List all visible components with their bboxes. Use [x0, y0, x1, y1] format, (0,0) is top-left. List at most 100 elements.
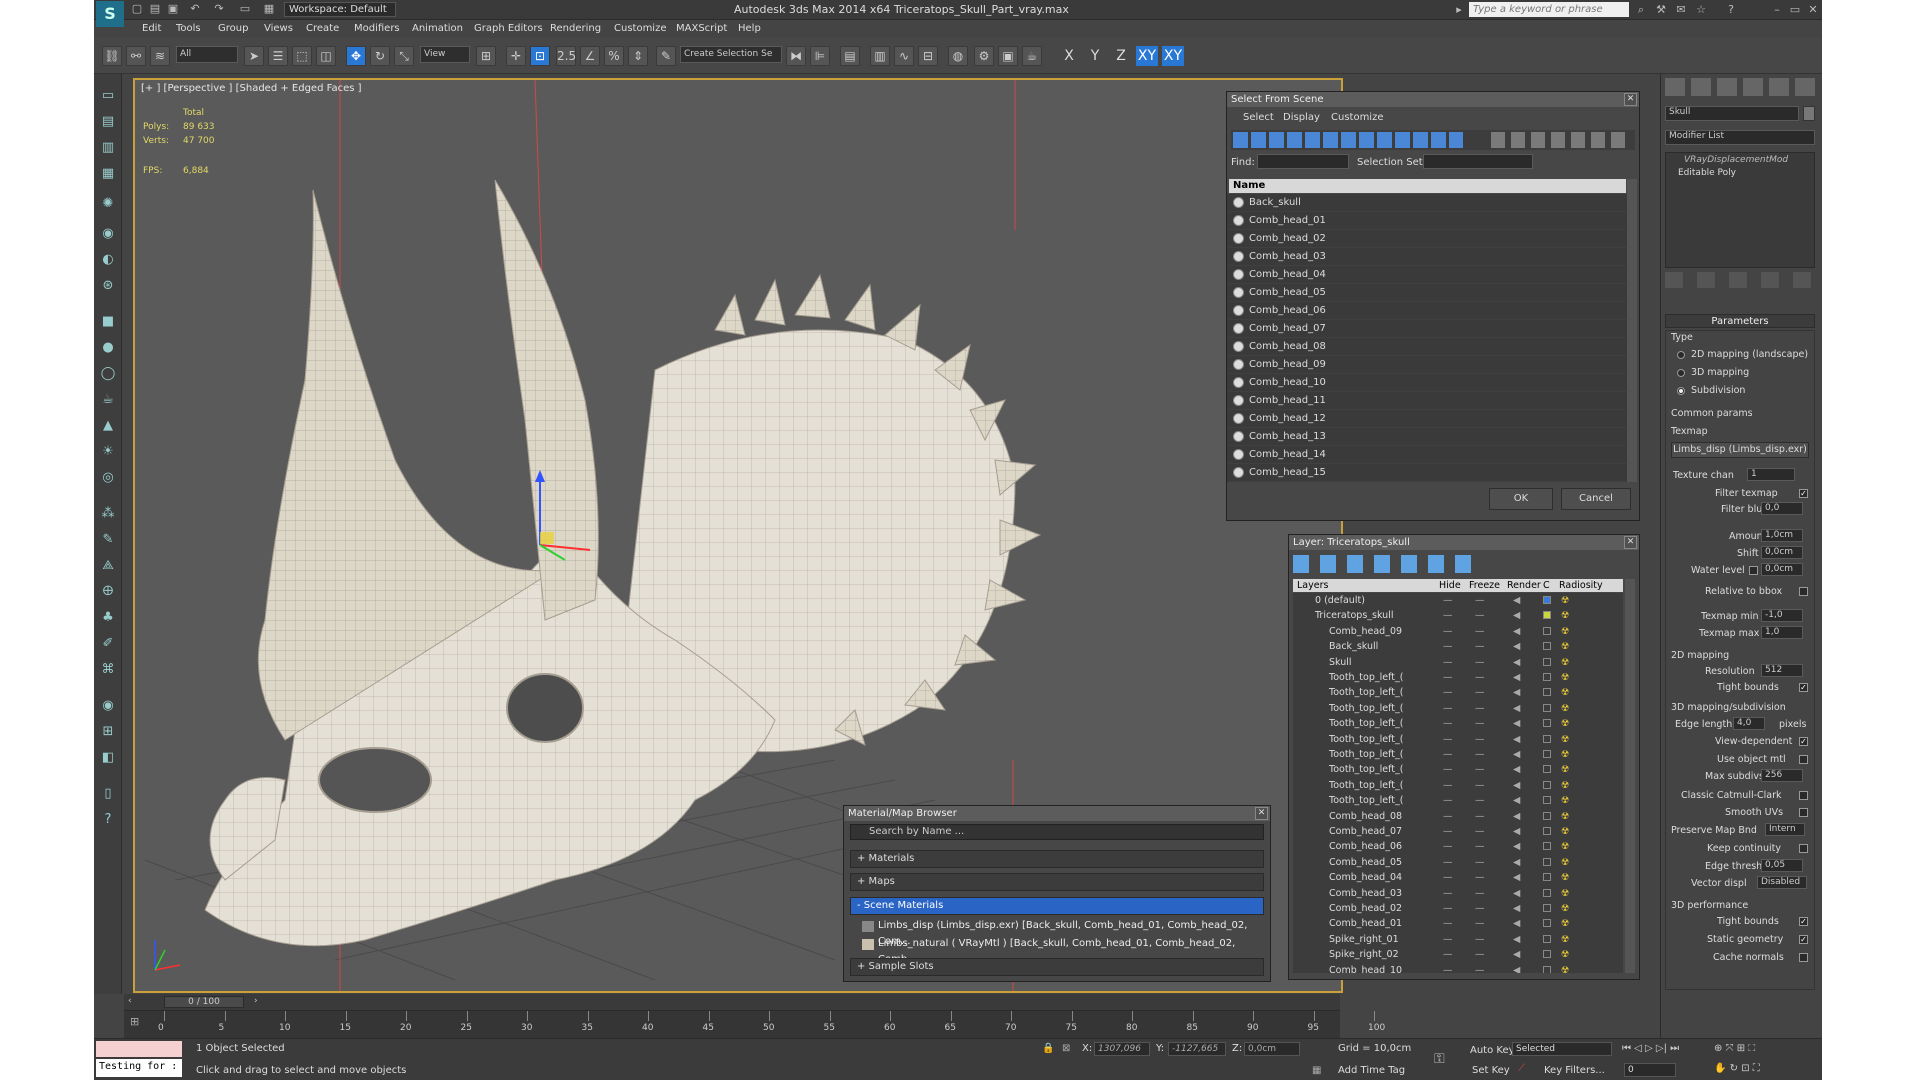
layer-object-row[interactable]: Skull — — ◀ ☢ [1293, 655, 1613, 670]
absolute-mode-icon[interactable]: ⊠ [1062, 1043, 1070, 1054]
redo-icon[interactable]: ↷ [212, 2, 226, 16]
angle-snap-icon[interactable]: ∠ [580, 46, 600, 66]
torus-icon[interactable]: ◎ [98, 468, 118, 488]
mirror-icon[interactable]: ⧓ [786, 46, 806, 66]
layer-row[interactable]: Triceratops_skull — — ◀ ☢ [1293, 608, 1613, 623]
layer-toolbar[interactable] [1293, 555, 1473, 573]
scene-explorer-icon[interactable]: ▤ [98, 112, 118, 132]
material-editor-icon[interactable]: ◍ [948, 46, 968, 66]
layer-color-swatch[interactable] [1543, 734, 1551, 743]
freeze-toggle[interactable]: — [1475, 901, 1485, 916]
layer-object-row[interactable]: Tooth_top_left_(— — ◀ ☢ [1293, 778, 1613, 793]
amount-spinner[interactable]: 1,0cm [1761, 529, 1803, 542]
graphite-ribbon-icon[interactable]: ▥ [870, 46, 890, 66]
subscription-icon[interactable]: ⚒ [1654, 3, 1668, 17]
layer-color-swatch[interactable] [1543, 780, 1551, 789]
sfs-tab-customize[interactable]: Customize [1331, 112, 1384, 123]
texture-chan-spinner[interactable]: 1 [1747, 468, 1795, 481]
radiosity-icon[interactable]: ☢ [1561, 932, 1570, 947]
resolution-spinner[interactable]: 512 [1761, 664, 1803, 677]
vector-displ-dropdown[interactable]: Disabled [1757, 876, 1807, 889]
col-radiosity[interactable]: Radiosity [1559, 579, 1603, 592]
menu-animation[interactable]: Animation [412, 23, 463, 34]
scene-object-row[interactable]: Comb_head_07 [1229, 320, 1626, 338]
render-toggle-icon[interactable]: ◀ [1513, 670, 1520, 685]
radiosity-icon[interactable]: ☢ [1561, 732, 1570, 747]
time-slider-thumb[interactable]: 0 / 100 [164, 996, 244, 1008]
camera-icon[interactable]: ◉ [98, 224, 118, 244]
freeze-toggle[interactable]: — [1475, 963, 1485, 973]
layer-color-swatch[interactable] [1543, 888, 1551, 897]
open-file-icon[interactable]: ▤ [148, 2, 162, 16]
lock-selection-icon[interactable]: 🔒 [1042, 1043, 1054, 1054]
radiosity-icon[interactable]: ☢ [1561, 608, 1570, 623]
hide-toggle[interactable]: — [1443, 809, 1453, 824]
radiosity-icon[interactable]: ☢ [1561, 655, 1570, 670]
type-option-subdivision[interactable]: Subdivision [1691, 385, 1745, 396]
freeze-toggle[interactable]: — [1475, 593, 1485, 608]
perf-tight-bounds-checkbox[interactable]: ✓ [1799, 917, 1808, 926]
schematic-view-icon[interactable]: ⊟ [918, 46, 938, 66]
menu-help[interactable]: Help [738, 23, 761, 34]
freeze-toggle[interactable]: — [1475, 732, 1485, 747]
hide-toggle[interactable]: — [1443, 947, 1453, 962]
use-object-mtl-checkbox[interactable] [1799, 755, 1808, 764]
hide-toggle[interactable]: — [1443, 732, 1453, 747]
hide-toggle[interactable]: — [1443, 685, 1453, 700]
percent-snap-icon[interactable]: % [604, 46, 624, 66]
layer-object-row[interactable]: Comb_head_07 — — ◀ ☢ [1293, 824, 1613, 839]
layer-color-swatch[interactable] [1543, 626, 1551, 635]
freeze-toggle[interactable]: — [1475, 793, 1485, 808]
scene-material-item[interactable]: Limbs_natural ( VRayMtl ) [Back_skull, C… [858, 936, 1262, 965]
render-toggle-icon[interactable]: ◀ [1513, 701, 1520, 716]
max-subdivs-spinner[interactable]: 256 [1761, 769, 1803, 782]
object-name-input[interactable]: Skull [1665, 106, 1799, 121]
dialog-close-icon[interactable]: ✕ [1624, 93, 1637, 106]
catmull-clark-checkbox[interactable] [1799, 791, 1808, 800]
curve-editor-icon[interactable]: ∿ [894, 46, 914, 66]
layer-color-swatch[interactable] [1543, 934, 1551, 943]
layer-color-swatch[interactable] [1543, 688, 1551, 697]
display-buttons-strip[interactable] [1491, 132, 1631, 148]
pivot-center-icon[interactable]: ⊞ [476, 46, 496, 66]
playback-controls[interactable]: ⏮ ◁ ▷ ▷| ⏭ [1622, 1043, 1679, 1054]
render-toggle-icon[interactable]: ◀ [1513, 932, 1520, 947]
layer-object-row[interactable]: Comb_head_04 — — ◀ ☢ [1293, 870, 1613, 885]
axis-constraint-y[interactable]: Y [1084, 46, 1106, 66]
current-frame-field[interactable]: 0 [1624, 1063, 1676, 1077]
hide-toggle[interactable]: — [1443, 916, 1453, 931]
named-selection-sets-dropdown[interactable]: Create Selection Se [680, 46, 782, 63]
scene-object-row[interactable]: Comb_head_04 [1229, 266, 1626, 284]
hide-toggle[interactable]: — [1443, 870, 1453, 885]
layer-object-row[interactable]: Comb_head_10 — — ◀ ☢ [1293, 963, 1613, 973]
reference-coord-dropdown[interactable]: View [420, 46, 470, 63]
layer-object-row[interactable]: Comb_head_02 — — ◀ ☢ [1293, 901, 1613, 916]
scene-object-row[interactable]: Comb_head_13 [1229, 428, 1626, 446]
filter-buttons-strip[interactable] [1233, 132, 1463, 148]
col-color[interactable]: C [1543, 579, 1550, 592]
y-coord-field[interactable]: -1127,665 [1168, 1042, 1226, 1056]
parameters-rollout[interactable]: Parameters [1665, 314, 1815, 328]
z-coord-field[interactable]: 0,0cm [1244, 1042, 1300, 1056]
hide-toggle[interactable]: — [1443, 793, 1453, 808]
type-radio-2d[interactable] [1677, 351, 1685, 359]
scene-object-row[interactable]: Comb_head_06 [1229, 302, 1626, 320]
layer-color-swatch[interactable] [1543, 642, 1551, 651]
layer-object-row[interactable]: Comb_head_03 — — ◀ ☢ [1293, 886, 1613, 901]
col-freeze[interactable]: Freeze [1469, 579, 1500, 592]
radiosity-icon[interactable]: ☢ [1561, 839, 1570, 854]
menu-customize[interactable]: Customize [614, 23, 667, 34]
hide-toggle[interactable]: — [1443, 824, 1453, 839]
layer-row[interactable]: 0 (default) — — ◀ ☢ [1293, 593, 1613, 608]
box-icon[interactable]: ■ [98, 312, 118, 332]
maxscript-listener-input[interactable]: Testing for : [96, 1059, 182, 1077]
cloth-icon[interactable]: ⌘ [98, 660, 118, 680]
freeze-toggle[interactable]: — [1475, 824, 1485, 839]
hide-toggle[interactable]: — [1443, 593, 1453, 608]
layer-color-swatch[interactable] [1543, 796, 1551, 805]
layer-color-swatch[interactable] [1543, 673, 1551, 681]
select-object-icon[interactable]: ➤ [244, 46, 264, 66]
set-key-button[interactable]: Set Key [1472, 1065, 1510, 1076]
stack-tools-row[interactable] [1665, 272, 1815, 288]
render-production-icon[interactable]: ☕ [1022, 46, 1042, 66]
